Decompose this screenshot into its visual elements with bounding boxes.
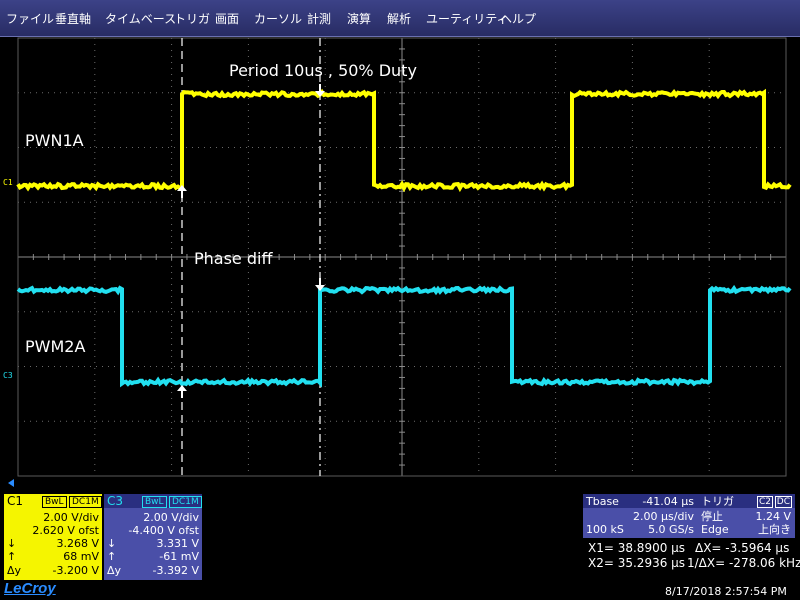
cursor-inv-dx-readout: 1/ΔX= -278.06 kHz: [687, 556, 800, 570]
ch3-delta-y-label: Δy: [107, 564, 121, 577]
trigger-mode: 停止: [701, 510, 723, 523]
ch1-ground-marker[interactable]: C1: [3, 178, 13, 187]
ch1-up-icon: ↑: [7, 550, 16, 563]
ch3-ground-marker[interactable]: C3: [3, 371, 13, 380]
graticule: [18, 38, 786, 476]
ch1-delta-y-value: -3.200 V: [53, 564, 99, 577]
trigger-label: トリガ: [701, 495, 734, 508]
ch3-descriptor[interactable]: C3 BwL DC1M 2.00 V/div -4.400 V ofst ↓ 3…: [104, 494, 202, 580]
ch1-offset: 2.620 V ofst: [32, 524, 99, 537]
scroll-left-icon: [8, 479, 14, 487]
ch3-title: C3: [107, 495, 123, 508]
ch3-up-value: -61 mV: [159, 550, 199, 563]
timebase-samples: 100 kS: [586, 523, 624, 536]
cursor-dx-readout: ΔX= -3.5964 µs: [695, 541, 789, 555]
ch1-vdiv: 2.00 V/div: [43, 511, 99, 524]
ch1-title: C1: [7, 495, 23, 508]
ch3-bwl-tag: BwL: [142, 496, 167, 508]
trace1-label: PWN1A: [25, 131, 84, 150]
ch1-up-value: 68 mV: [63, 550, 99, 563]
phase-annotation: Phase diff: [194, 249, 272, 268]
ch3-down-value: 3.331 V: [156, 537, 199, 550]
period-annotation: Period 10us , 50% Duty: [229, 61, 417, 80]
lecroy-logo: LeCroy: [4, 580, 56, 597]
trace-ch1: [18, 92, 790, 188]
ch3-coupling-tag: DC1M: [169, 496, 202, 508]
timebase-offset: -41.04 µs: [642, 495, 694, 508]
ch3-delta-y-value: -3.392 V: [153, 564, 199, 577]
trigger-descriptor[interactable]: トリガ C2 DC 停止 1.24 V Edge 上向き: [698, 494, 795, 538]
ch1-bwl-tag: BwL: [42, 496, 67, 508]
ch1-down-value: 3.268 V: [56, 537, 99, 550]
marker-ch3-x2-head: [177, 385, 187, 391]
ch1-coupling-tag: DC1M: [69, 496, 102, 508]
timebase-div: 2.00 µs/div: [633, 510, 694, 523]
trigger-type: Edge: [701, 523, 729, 536]
ch1-delta-y-label: Δy: [7, 564, 21, 577]
trigger-level: 1.24 V: [755, 510, 791, 523]
cursor-x1-readout: X1= 38.8900 µs: [588, 541, 685, 555]
trigger-source-tag: C2: [757, 496, 773, 508]
ch3-up-icon: ↑: [107, 550, 116, 563]
ch3-offset: -4.400 V ofst: [128, 524, 199, 537]
trigger-slope: 上向き: [758, 523, 791, 536]
trace2-label: PWM2A: [25, 337, 85, 356]
ch3-vdiv: 2.00 V/div: [143, 511, 199, 524]
datetime-stamp: 8/17/2018 2:57:54 PM: [665, 585, 787, 598]
trigger-coupling-tag: DC: [775, 496, 792, 508]
timebase-rate: 5.0 GS/s: [648, 523, 694, 536]
ch1-descriptor[interactable]: C1 BwL DC1M 2.00 V/div 2.620 V ofst ↓ 3.…: [4, 494, 102, 580]
timebase-label: Tbase: [586, 495, 619, 508]
timebase-descriptor[interactable]: Tbase -41.04 µs 2.00 µs/div 100 kS 5.0 G…: [583, 494, 698, 538]
ch3-down-icon: ↓: [107, 537, 116, 550]
cursor-x2-readout: X2= 35.2936 µs: [588, 556, 685, 570]
trace-ch3: [18, 288, 790, 384]
ch1-down-icon: ↓: [7, 537, 16, 550]
